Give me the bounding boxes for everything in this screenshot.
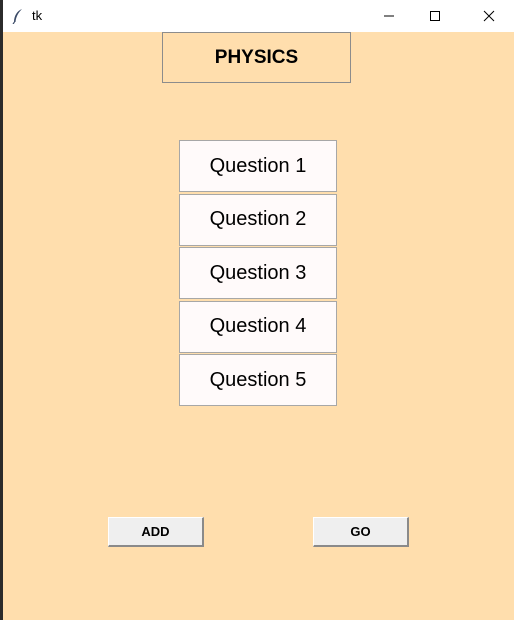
question-1-button[interactable]: Question 1 xyxy=(179,140,337,192)
client-area: PHYSICS Question 1 Question 2 Question 3… xyxy=(3,32,514,620)
question-list: Question 1 Question 2 Question 3 Questio… xyxy=(179,140,337,408)
maximize-button[interactable] xyxy=(412,0,458,32)
app-window: tk PHYSICS Question 1 Question 2 Questio… xyxy=(3,0,514,620)
minimize-button[interactable] xyxy=(366,0,412,32)
question-5-button[interactable]: Question 5 xyxy=(179,354,337,406)
window-title: tk xyxy=(32,8,43,23)
tk-feather-icon xyxy=(11,8,25,25)
close-button[interactable] xyxy=(466,0,512,32)
title-bar[interactable]: tk xyxy=(3,0,514,32)
add-button[interactable]: ADD xyxy=(108,517,204,547)
question-4-button[interactable]: Question 4 xyxy=(179,300,337,353)
subject-title: PHYSICS xyxy=(162,32,351,83)
question-2-button[interactable]: Question 2 xyxy=(179,193,337,246)
question-3-button[interactable]: Question 3 xyxy=(179,247,337,299)
close-icon xyxy=(483,10,495,22)
go-button[interactable]: GO xyxy=(313,517,409,547)
maximize-icon xyxy=(429,10,441,22)
minimize-icon xyxy=(383,10,395,22)
